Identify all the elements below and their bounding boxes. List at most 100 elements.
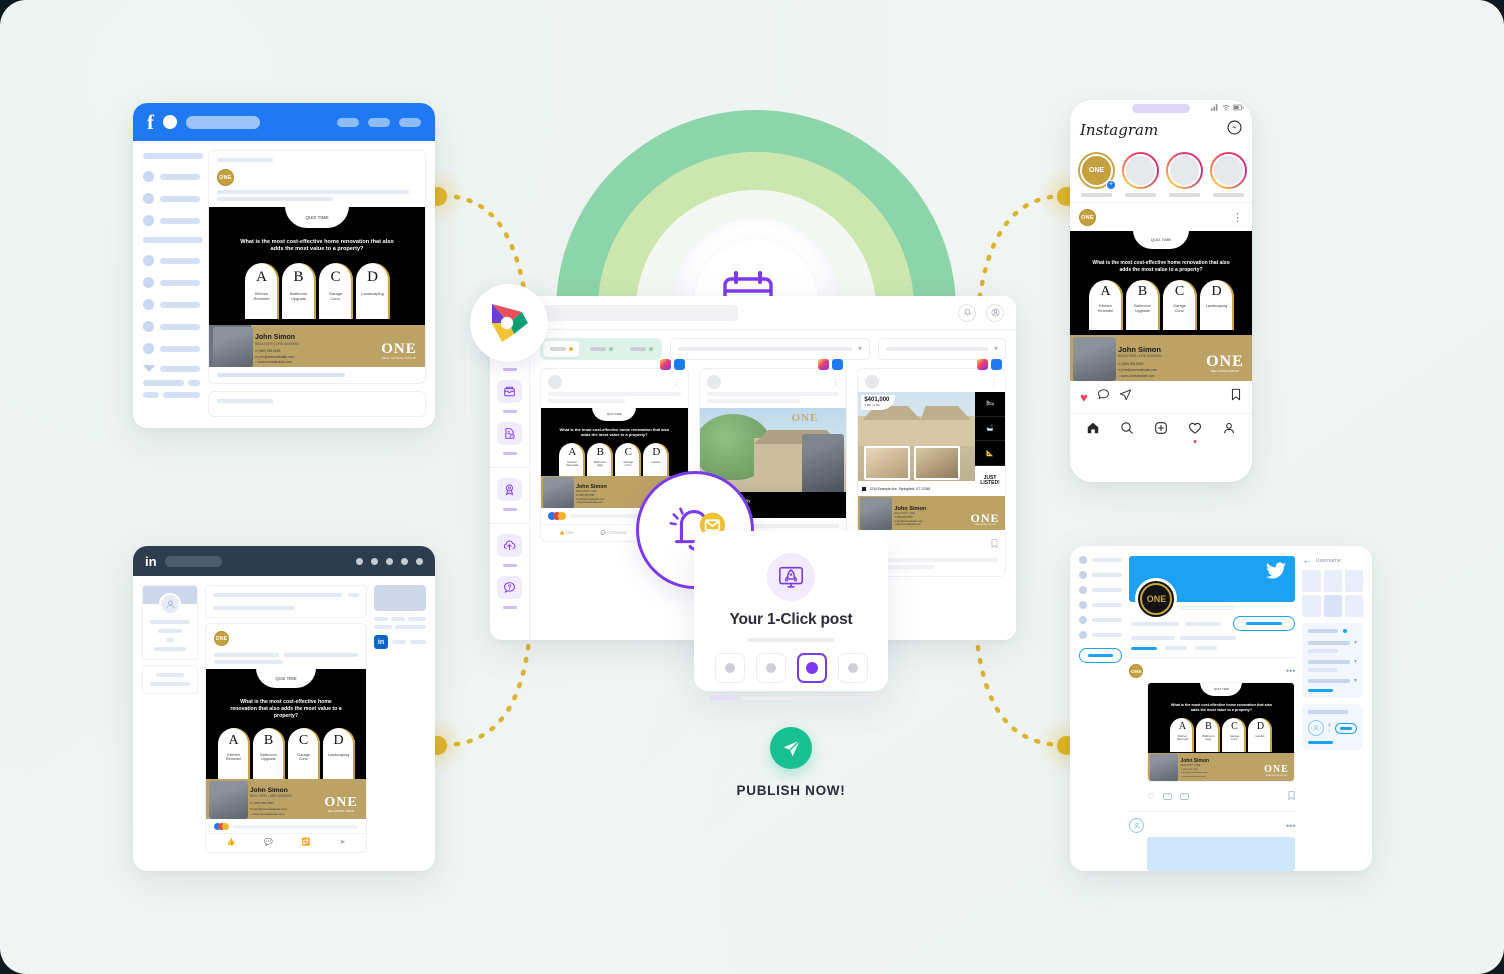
- chevron-down-icon[interactable]: ▾: [1354, 639, 1357, 646]
- comment-icon[interactable]: [1162, 792, 1172, 800]
- home-icon[interactable]: [1086, 421, 1100, 440]
- tab-item[interactable]: [543, 341, 579, 357]
- template-radio-option[interactable]: [755, 653, 786, 683]
- story-item-own[interactable]: ONE +: [1078, 152, 1116, 197]
- quiz-option[interactable]: A Kitchen Remodel: [217, 727, 250, 780]
- linkedin-nav-item[interactable]: [416, 557, 423, 565]
- search-input[interactable]: [538, 304, 738, 321]
- sidebar-item-library[interactable]: [497, 380, 522, 403]
- publish-now-action[interactable]: PUBLISH NOW!: [694, 727, 888, 798]
- comment-icon[interactable]: 💬 Comment: [601, 530, 627, 536]
- bookmark-icon[interactable]: [1288, 787, 1295, 805]
- quiz-option[interactable]: D Landscaping: [1199, 280, 1234, 331]
- sidebar-item-upload[interactable]: [497, 534, 522, 557]
- quiz-option[interactable]: C Garage Conv.: [1222, 717, 1247, 752]
- template-radio-option[interactable]: [714, 653, 745, 683]
- sidebar-item[interactable]: [143, 171, 200, 182]
- bookmark-icon[interactable]: [1230, 388, 1242, 406]
- linkedin-post-card[interactable]: ONE QUIZ TIME What is the most cost-effe…: [205, 623, 367, 853]
- more-options-icon[interactable]: •••: [1286, 666, 1295, 676]
- follow-button[interactable]: [1233, 616, 1296, 631]
- quiz-option[interactable]: C Garage Conv.: [1162, 280, 1197, 331]
- sidebar-item[interactable]: [143, 343, 200, 354]
- sidebar-item[interactable]: [143, 215, 200, 226]
- more-options-icon[interactable]: ⋮: [990, 378, 998, 387]
- comment-icon[interactable]: [1097, 388, 1110, 406]
- story-item[interactable]: [1122, 152, 1159, 197]
- facebook-search-input[interactable]: [186, 115, 260, 129]
- add-story-badge-icon[interactable]: +: [1106, 180, 1116, 190]
- facebook-home-icon[interactable]: [163, 115, 177, 129]
- profile-icon[interactable]: [1222, 421, 1236, 440]
- search-icon[interactable]: [1120, 421, 1134, 440]
- filter-dropdown[interactable]: ▾: [670, 338, 870, 360]
- quiz-option[interactable]: C Garage Conv.: [287, 727, 320, 780]
- tab-item[interactable]: [583, 341, 619, 357]
- add-post-icon[interactable]: [1154, 421, 1168, 440]
- quiz-option[interactable]: B Bathroom Upgr.: [587, 442, 614, 479]
- quiz-option[interactable]: C Garage Conv.: [318, 262, 353, 319]
- facebook-post-card[interactable]: ONE QUIZ TIME What is the most cost-effe…: [208, 150, 426, 384]
- facebook-nav-item[interactable]: [337, 117, 359, 127]
- sidebar-item[interactable]: [143, 255, 200, 266]
- template-radio-option-selected[interactable]: [796, 653, 827, 683]
- story-item[interactable]: [1210, 152, 1247, 197]
- account-icon[interactable]: [986, 303, 1004, 322]
- facebook-nav-item[interactable]: [399, 117, 421, 127]
- tab-item[interactable]: [623, 341, 659, 357]
- linkedin-nav-item[interactable]: [356, 557, 363, 565]
- linkedin-nav-item[interactable]: [371, 557, 378, 565]
- heart-icon[interactable]: ♡: [1147, 792, 1154, 801]
- quiz-option[interactable]: A Kitchen Remodel: [559, 442, 586, 479]
- more-options-icon[interactable]: ⋮: [673, 378, 681, 387]
- sidebar-item-help[interactable]: [497, 576, 522, 599]
- more-options-icon[interactable]: ⋮: [1232, 212, 1243, 223]
- more-options-icon[interactable]: ⋮: [831, 378, 839, 387]
- bookmark-icon[interactable]: [991, 535, 998, 553]
- facebook-post-card[interactable]: [208, 391, 426, 417]
- bell-icon[interactable]: [958, 303, 976, 322]
- comment-icon[interactable]: 💬: [264, 838, 273, 846]
- linkedin-nav-item[interactable]: [386, 557, 393, 565]
- more-options-icon[interactable]: •••: [1286, 821, 1295, 831]
- retweet-icon[interactable]: [1179, 792, 1189, 800]
- sidebar-item-documents[interactable]: [497, 422, 522, 445]
- template-radio-option[interactable]: [837, 653, 868, 683]
- quiz-option[interactable]: A Kitchen Remodel: [1170, 717, 1195, 752]
- linkedin-search-input[interactable]: [164, 555, 222, 567]
- like-icon[interactable]: 👍 Like: [559, 530, 574, 536]
- facebook-nav-item[interactable]: [368, 117, 390, 127]
- sidebar-item[interactable]: [143, 193, 200, 204]
- quiz-option[interactable]: C Garage Conv.: [615, 442, 642, 479]
- quiz-option[interactable]: D Landsc.: [1248, 717, 1273, 752]
- chevron-down-icon[interactable]: ▾: [1354, 658, 1357, 665]
- chevron-down-icon[interactable]: ▾: [1354, 677, 1357, 684]
- like-icon[interactable]: 👍: [226, 838, 235, 846]
- quiz-option[interactable]: D Landscaping: [355, 262, 390, 319]
- quiz-option[interactable]: A Kitchen Remodel: [244, 262, 279, 319]
- share-icon[interactable]: [1119, 388, 1132, 406]
- sidebar-item[interactable]: [143, 299, 200, 310]
- story-item[interactable]: [1166, 152, 1203, 197]
- chevron-down-icon[interactable]: [143, 365, 155, 372]
- sidebar-item[interactable]: [143, 277, 200, 288]
- linkedin-nav-item[interactable]: [401, 557, 408, 565]
- quiz-option[interactable]: B Bathroom Upgrade: [281, 262, 316, 319]
- back-arrow-icon[interactable]: ←: [1302, 556, 1311, 565]
- messenger-icon[interactable]: [1227, 120, 1242, 140]
- quiz-option[interactable]: B Bathroom Upgr.: [1196, 717, 1221, 752]
- follow-button[interactable]: [1335, 722, 1357, 734]
- tweet-button[interactable]: [1079, 648, 1123, 663]
- repost-icon[interactable]: 🔁: [302, 838, 311, 846]
- quiz-option[interactable]: B Bathroom Upgrade: [1125, 280, 1160, 331]
- filter-dropdown[interactable]: ▾: [878, 338, 1006, 360]
- sidebar-item-awards[interactable]: [497, 478, 522, 501]
- quiz-option[interactable]: D Landsc.: [643, 442, 670, 479]
- send-icon[interactable]: ➤: [340, 838, 346, 846]
- heart-icon[interactable]: ♥: [1080, 391, 1088, 404]
- quiz-option[interactable]: B Bathroom Upgrade: [252, 727, 285, 780]
- sidebar-item[interactable]: [143, 321, 200, 332]
- one-click-post-card[interactable]: Your 1-Click post: [694, 531, 888, 700]
- activity-icon[interactable]: [1188, 421, 1202, 443]
- paper-plane-icon[interactable]: [770, 727, 812, 769]
